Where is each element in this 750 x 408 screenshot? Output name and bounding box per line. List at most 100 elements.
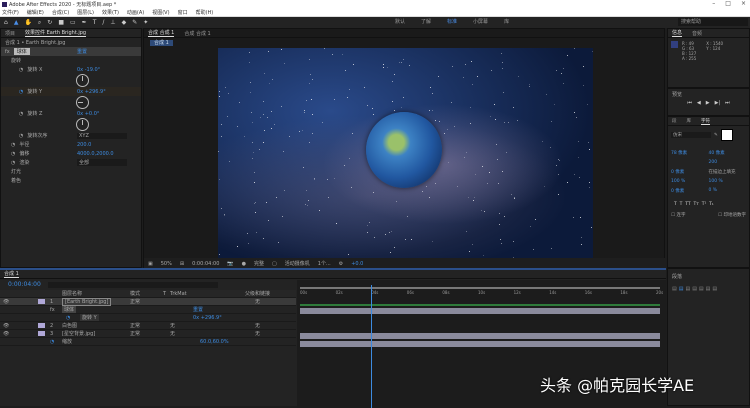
play-icon[interactable]: ▶ [706,100,710,106]
layer-name[interactable]: [Earth Bright.jpg] [62,297,112,306]
menu-effect[interactable]: 效果(T) [102,9,119,16]
ligature-checkbox[interactable]: ☐ 连字 [671,212,685,218]
stopwatch-icon[interactable]: ◔ [19,111,23,117]
layer-row[interactable]: 👁 3 [星空背景.jpg] 正常 无 无 [0,330,296,338]
font-select[interactable]: 仿宋 [671,132,711,138]
reset-link[interactable]: 重置 [77,48,87,55]
eraser-tool-icon[interactable]: ◆ [122,19,127,26]
pen-tool-icon[interactable]: ✒ [82,19,87,26]
menu-animation[interactable]: 动画(A) [127,9,144,16]
tab-composition-1[interactable]: 合成 合成 1 [148,29,175,37]
zoom-select[interactable]: 50% [161,261,172,267]
zoom-tool-icon[interactable]: ⌕ [38,19,41,27]
rotate-tool-icon[interactable]: ↻ [47,19,52,26]
tab-paragraph[interactable]: 段 [672,118,677,124]
layer-mode-select[interactable]: 正常 [130,322,140,329]
tab-character[interactable]: 字符 [701,118,710,125]
stopwatch-icon[interactable]: ◔ [19,67,23,73]
current-time-indicator[interactable] [371,285,373,408]
tab-audio[interactable]: 音频 [692,30,702,37]
visibility-eye-icon[interactable]: 👁 [3,299,9,305]
camera-tool-icon[interactable]: ■ [58,19,64,26]
menu-window[interactable]: 窗口 [178,9,188,16]
layer-bar[interactable] [300,341,660,347]
layer-parent-select[interactable]: 无 [255,298,260,305]
leading[interactable]: 40 像素 [709,150,747,156]
composition-canvas[interactable] [218,48,593,259]
layer-row[interactable]: 👁 1 [Earth Bright.jpg] 正常 无 [0,297,296,306]
vertical-scale[interactable]: 100 % [671,179,709,184]
stopwatch-icon[interactable]: ◔ [19,133,23,139]
workspace-standard[interactable]: 标准 [447,18,457,25]
views-select[interactable]: 1个... [318,260,331,267]
workspace-library[interactable]: 库 [504,18,509,25]
layer-trkmat-select[interactable]: 无 [170,322,175,329]
rotate-z-value[interactable]: 0x +0.0° [77,111,99,117]
rotation-order-select[interactable]: XYZ [77,132,127,139]
next-frame-icon[interactable]: ▶| [715,100,721,106]
tab-project[interactable]: 项目 [5,30,15,37]
earth-sphere-layer[interactable] [366,112,442,188]
effect-reset[interactable]: 重置 [193,306,203,313]
comp-breadcrumb[interactable]: 合成 1 [150,40,173,46]
property-value[interactable]: 0x +296.9° [193,315,222,321]
visibility-eye-icon[interactable]: 👁 [3,323,9,329]
tsume[interactable]: 0 % [709,188,747,194]
roto-tool-icon[interactable]: ✎ [132,19,137,26]
brush-tool-icon[interactable]: / [102,19,104,26]
layer-bar[interactable] [300,333,660,339]
layer-mode-select[interactable]: 正常 [130,298,140,305]
camera-select[interactable]: 活动摄像机 [285,260,310,267]
stopwatch-icon[interactable]: ◔ [11,160,15,166]
menu-view[interactable]: 视图(V) [152,9,169,16]
label-color[interactable] [38,299,45,304]
exposure-value[interactable]: +0.0 [351,261,363,267]
stopwatch-icon[interactable]: ◔ [50,339,54,345]
fill-color-swatch[interactable] [720,129,733,141]
hindi-digits-checkbox[interactable]: ☐ 印地语数字 [718,212,746,218]
param-light[interactable]: 灯光 [11,168,21,175]
alignment-buttons[interactable]: ▤▤▤▤▤▤▤ [668,284,749,294]
visibility-eye-icon[interactable]: 👁 [3,331,9,337]
tab-composition-2[interactable]: 合成 合成 1 [184,30,210,37]
stopwatch-icon[interactable]: ◔ [11,151,15,157]
layer-row[interactable]: 👁 2 白色图 正常 无 无 [0,322,296,330]
property-row[interactable]: ◔ 旋转 Y 0x +296.9° [0,314,296,322]
work-area-bar[interactable] [300,287,660,289]
preview-icon[interactable]: ▣ [148,261,153,267]
rotate-y-value[interactable]: 0x +296.9° [77,89,106,95]
layer-name[interactable]: 白色图 [62,322,77,329]
rotate-x-value[interactable]: 0x -19.0° [77,67,100,73]
layer-mode-select[interactable]: 正常 [130,330,140,337]
rectangle-tool-icon[interactable]: ▭ [70,19,76,26]
param-shading[interactable]: 着色 [11,177,21,184]
property-row[interactable]: ◔ 缩放 60.0,60.0% [0,338,296,346]
home-icon[interactable]: ⌂ [4,19,8,26]
stopwatch-icon[interactable]: ◔ [66,315,70,321]
timeline-timecode[interactable]: 0:00:04:00 [8,281,41,288]
layer-parent-select[interactable]: 无 [255,322,260,329]
layer-name[interactable]: [星空背景.jpg] [62,330,95,337]
grid-icon[interactable]: ⊞ [180,261,184,267]
rotate-z-dial[interactable] [76,118,89,131]
menu-edit[interactable]: 编辑(E) [27,9,44,16]
roi-icon[interactable]: ▢ [272,261,277,267]
layer-search-input[interactable] [48,282,218,288]
tab-library[interactable]: 库 [687,118,692,124]
last-frame-icon[interactable]: ⏭ [725,100,730,106]
baseline-shift[interactable]: 0 像素 [671,188,709,194]
first-frame-icon[interactable]: ⏮ [687,100,692,106]
workspace-learn[interactable]: 了解 [421,18,431,25]
menu-layer[interactable]: 图层(L) [77,9,94,16]
workspace-small-screen[interactable]: 小屏幕 [473,18,488,25]
menu-composition[interactable]: 合成(C) [52,9,69,16]
stroke-type-select[interactable]: 在描边上填充 [709,169,747,175]
label-color[interactable] [38,323,45,328]
selection-tool-icon[interactable]: ▲ [14,19,19,26]
pin-tool-icon[interactable]: ✦ [143,19,148,26]
tab-timeline-comp-1[interactable]: 合成 1 [4,270,19,278]
stroke-width[interactable]: 0 像素 [671,169,709,175]
current-time[interactable]: 0:00:04:00 [192,261,219,267]
tab-effect-controls[interactable]: 效果控件 Earth Bright.jpg [25,29,87,37]
effect-row[interactable]: fx 球体 重置 [0,306,296,314]
